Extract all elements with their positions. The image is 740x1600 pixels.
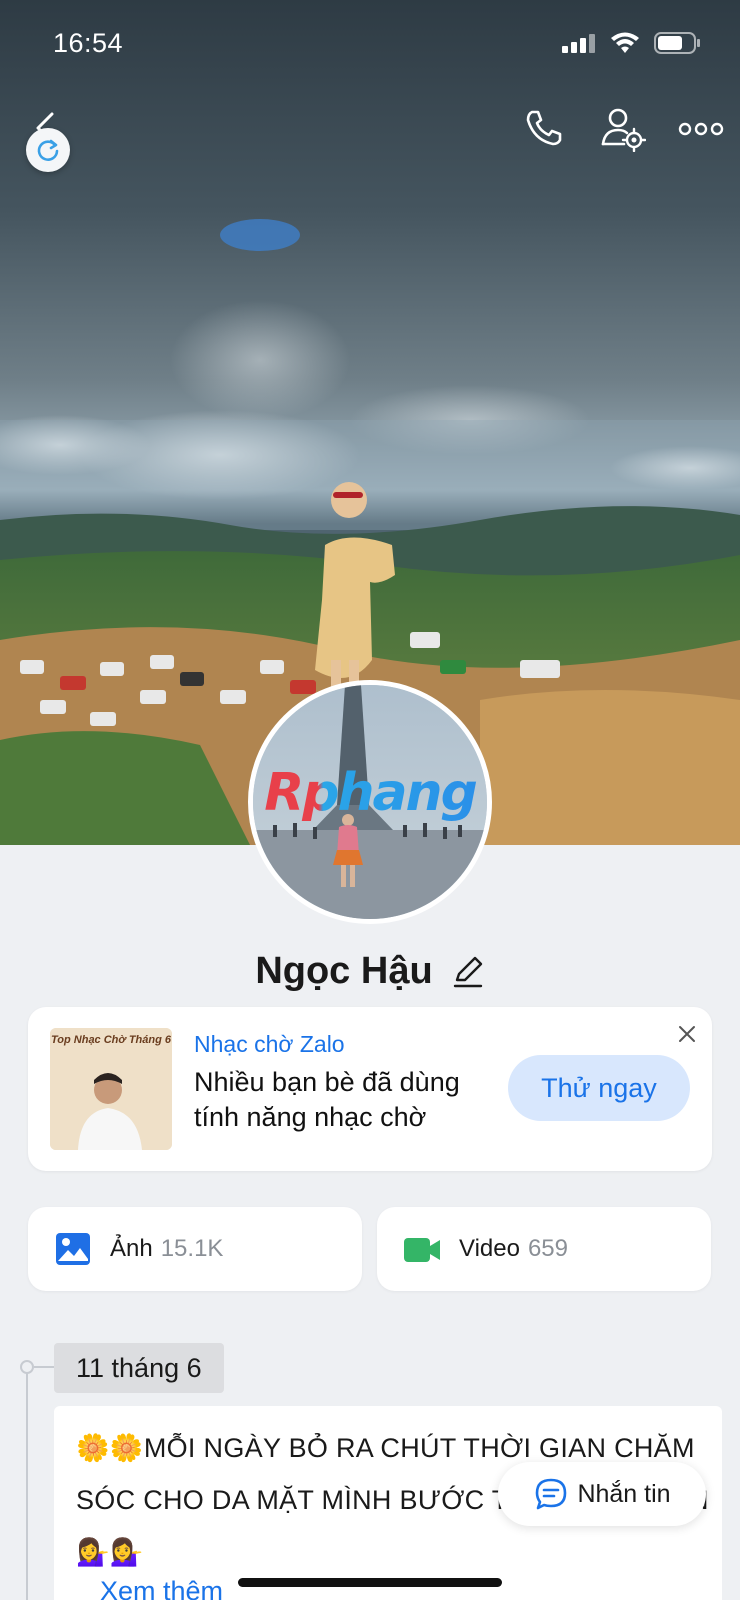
status-bar: 16:54 [0, 0, 740, 90]
see-more-link[interactable]: Xem thêm [100, 1576, 223, 1600]
refresh-button[interactable] [26, 128, 70, 172]
photos-label: Ảnh [110, 1235, 153, 1262]
chat-bubble-icon [536, 1478, 567, 1510]
avatar-watermark: Rphang [253, 763, 487, 823]
timeline-dot [20, 1360, 34, 1374]
call-button[interactable] [522, 106, 566, 150]
edit-name-button[interactable] [451, 954, 485, 988]
user-gear-icon [601, 108, 647, 153]
top-actions [0, 100, 740, 180]
promo-description: Nhiều bạn bè đã dùng tính năng nhạc chờ [194, 1067, 460, 1132]
photos-button[interactable]: Ảnh 15.1K [28, 1207, 362, 1291]
more-button[interactable] [678, 114, 724, 144]
promo-thumbnail: Top Nhạc Chờ Tháng 6 [50, 1028, 172, 1150]
battery-icon [654, 32, 700, 54]
signal-icon [562, 34, 595, 53]
promo-thumbnail-title: Top Nhạc Chờ Tháng 6 [50, 1034, 172, 1046]
timeline-line [26, 1366, 28, 1600]
image-icon [56, 1233, 90, 1265]
timeline-date: 11 tháng 6 [54, 1343, 224, 1393]
timeline-tick [34, 1366, 54, 1368]
status-icons [562, 32, 700, 54]
videos-count: 659 [527, 1235, 568, 1262]
ringback-promo-card[interactable]: Top Nhạc Chờ Tháng 6 Nhạc chờ Zalo Nhiều… [28, 1007, 712, 1171]
message-button[interactable]: Nhắn tin [498, 1462, 706, 1526]
refresh-icon [37, 139, 59, 161]
try-now-button[interactable]: Thử ngay [508, 1055, 690, 1121]
profile-settings-button[interactable] [600, 106, 647, 153]
home-indicator [238, 1578, 502, 1587]
phone-icon [526, 110, 562, 146]
videos-button[interactable]: Video 659 [377, 1207, 711, 1291]
message-button-label: Nhắn tin [577, 1479, 671, 1508]
close-promo-button[interactable] [676, 1023, 698, 1045]
wifi-icon [611, 32, 639, 53]
avatar[interactable]: Rphang [248, 680, 492, 924]
promo-label: Nhạc chờ Zalo [194, 1031, 345, 1057]
video-camera-icon [404, 1238, 440, 1262]
profile-name-row: Ngọc Hậu [0, 945, 740, 997]
status-time: 16:54 [53, 28, 124, 58]
more-horizontal-icon [678, 122, 724, 136]
close-icon [679, 1026, 695, 1042]
pencil-icon [453, 956, 482, 988]
photos-count: 15.1K [160, 1235, 224, 1262]
videos-label: Video [459, 1235, 520, 1262]
profile-name: Ngọc Hậu [255, 949, 433, 992]
